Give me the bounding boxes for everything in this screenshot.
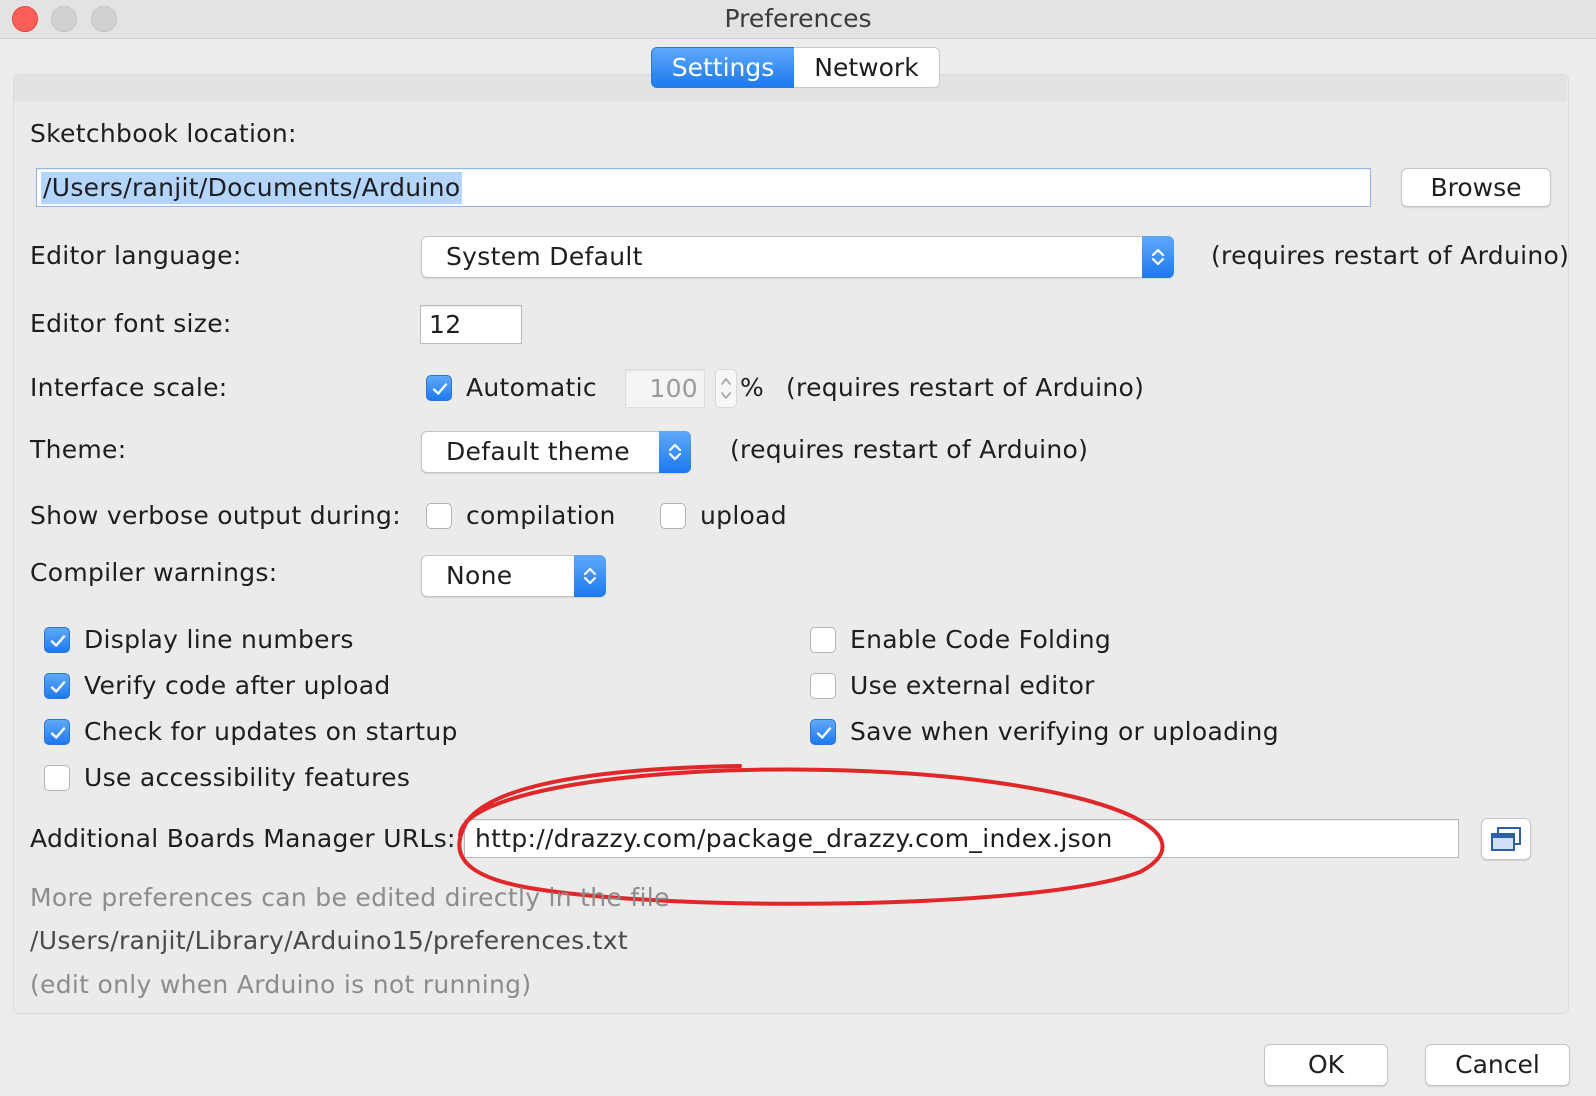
tab-network[interactable]: Network: [794, 47, 940, 88]
checkmark-icon: [50, 727, 66, 739]
window-title: Preferences: [724, 4, 872, 33]
verbose-upload-label: upload: [700, 501, 787, 530]
more-preferences-note: More preferences can be edited directly …: [30, 883, 670, 912]
sketchbook-location-value: /Users/ranjit/Documents/Arduino: [41, 171, 463, 204]
compiler-warnings-select[interactable]: None: [421, 555, 606, 597]
save-when-verifying-checkbox[interactable]: [810, 719, 836, 745]
use-accessibility-checkbox[interactable]: [44, 765, 70, 791]
interface-scale-value: 100: [649, 373, 698, 403]
window-list-icon: [1491, 827, 1521, 851]
theme-label: Theme:: [30, 435, 127, 464]
interface-scale-input[interactable]: 100: [625, 369, 705, 408]
verbose-upload-checkbox[interactable]: [660, 503, 686, 529]
verify-code-after-upload-checkbox[interactable]: [44, 673, 70, 699]
theme-value: Default theme: [446, 437, 630, 466]
checkmark-icon: [50, 681, 66, 693]
checkmark-icon: [50, 635, 66, 647]
check-for-updates-label: Check for updates on startup: [84, 717, 458, 746]
boards-manager-urls-label: Additional Boards Manager URLs:: [30, 824, 456, 853]
chevron-updown-icon: [1142, 236, 1174, 278]
edit-urls-list-button[interactable]: [1481, 818, 1531, 860]
theme-select[interactable]: Default theme: [421, 431, 691, 473]
verify-code-after-upload-label: Verify code after upload: [84, 671, 391, 700]
checkmark-icon: [432, 383, 448, 395]
editor-language-note: (requires restart of Arduino): [1211, 241, 1570, 270]
display-line-numbers-label: Display line numbers: [84, 625, 354, 654]
editor-font-size-label: Editor font size:: [30, 309, 232, 338]
verbose-compilation-checkbox[interactable]: [426, 503, 452, 529]
checkmark-icon: [816, 727, 832, 739]
chevron-updown-icon: [574, 555, 606, 597]
automatic-scale-checkbox[interactable]: [426, 375, 452, 401]
use-external-editor-label: Use external editor: [850, 671, 1095, 700]
interface-scale-unit: %: [740, 373, 765, 402]
chevron-updown-icon: [659, 431, 691, 473]
editor-language-label: Editor language:: [30, 241, 242, 270]
enable-code-folding-checkbox[interactable]: [810, 627, 836, 653]
verbose-compilation-label: compilation: [466, 501, 616, 530]
ok-button[interactable]: OK: [1264, 1044, 1388, 1086]
preferences-file-path: /Users/ranjit/Library/Arduino15/preferen…: [30, 926, 628, 955]
compiler-warnings-label: Compiler warnings:: [30, 558, 278, 587]
automatic-scale-label: Automatic: [466, 373, 597, 402]
check-for-updates-checkbox[interactable]: [44, 719, 70, 745]
cancel-button[interactable]: Cancel: [1425, 1044, 1570, 1086]
browse-button[interactable]: Browse: [1401, 168, 1551, 207]
theme-note: (requires restart of Arduino): [730, 435, 1089, 464]
compiler-warnings-value: None: [446, 561, 513, 590]
interface-scale-label: Interface scale:: [30, 373, 228, 402]
editor-font-size-value: 12: [429, 309, 462, 339]
interface-scale-stepper[interactable]: [715, 369, 737, 408]
edit-warning-note: (edit only when Arduino is not running): [30, 970, 532, 999]
use-accessibility-label: Use accessibility features: [84, 763, 411, 792]
stepper-arrows-icon: [721, 378, 731, 399]
use-external-editor-checkbox[interactable]: [810, 673, 836, 699]
tab-settings[interactable]: Settings: [651, 47, 795, 88]
sketchbook-location-label: Sketchbook location:: [30, 119, 297, 148]
enable-code-folding-label: Enable Code Folding: [850, 625, 1112, 654]
editor-language-select[interactable]: System Default: [421, 236, 1174, 278]
sketchbook-location-input[interactable]: /Users/ranjit/Documents/Arduino: [36, 168, 1371, 207]
editor-language-value: System Default: [446, 242, 643, 271]
display-line-numbers-checkbox[interactable]: [44, 627, 70, 653]
verbose-output-label: Show verbose output during:: [30, 501, 401, 530]
editor-font-size-input[interactable]: 12: [420, 305, 522, 344]
interface-scale-note: (requires restart of Arduino): [786, 373, 1145, 402]
save-when-verifying-label: Save when verifying or uploading: [850, 717, 1279, 746]
